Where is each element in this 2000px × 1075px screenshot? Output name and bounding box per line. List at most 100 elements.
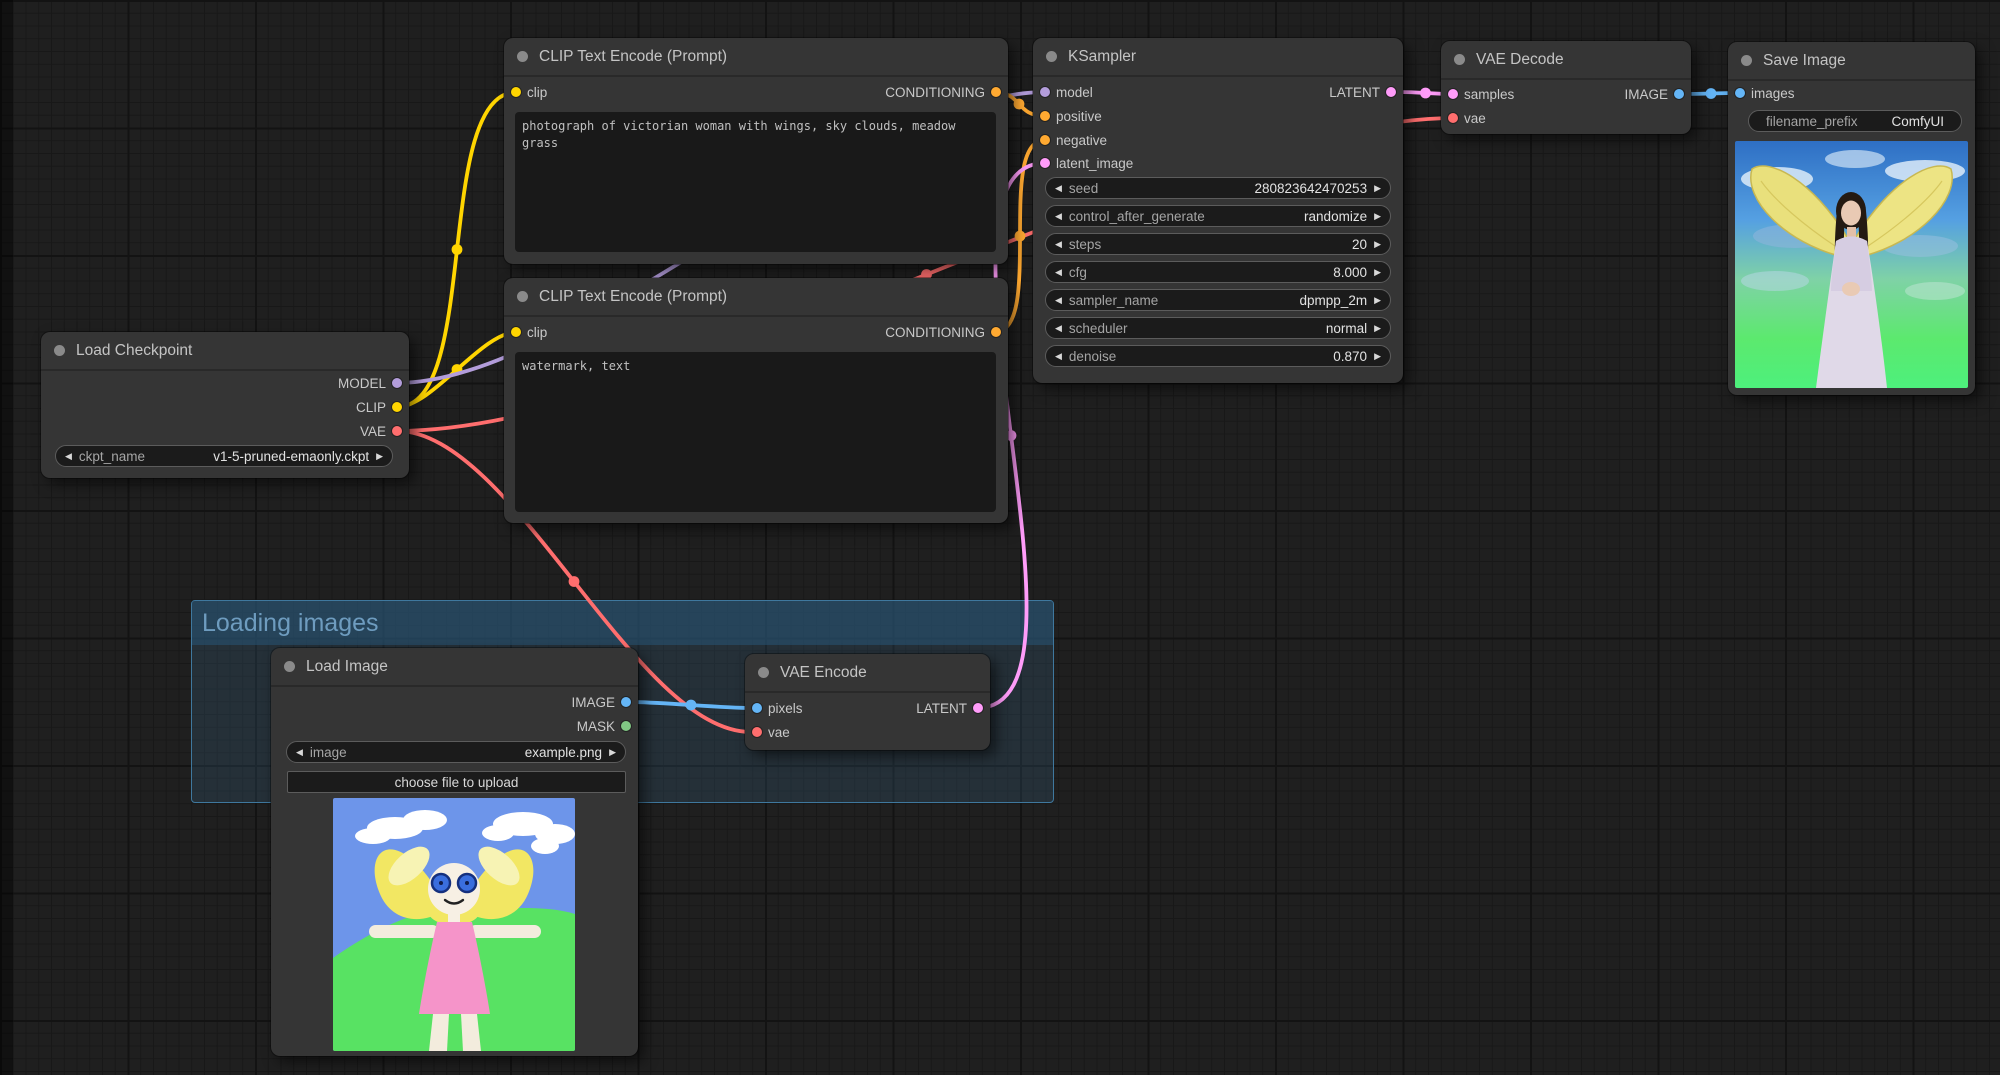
slot-label: model	[1056, 84, 1093, 100]
model-input-dot[interactable]	[1040, 87, 1050, 97]
slot-label: CLIP	[355, 399, 386, 415]
node-load-image[interactable]: Load Image IMAGE MASK image example.png …	[270, 647, 639, 1057]
widget-value: 0.870	[1333, 348, 1368, 364]
vae-output-dot[interactable]	[392, 426, 402, 436]
model-output-dot[interactable]	[392, 378, 402, 388]
clip-input-dot[interactable]	[511, 87, 521, 97]
node-title: CLIP Text Encode (Prompt)	[539, 47, 728, 65]
negative-input-dot[interactable]	[1040, 135, 1050, 145]
input-slot-vae: vae	[745, 721, 790, 743]
widget-value: dpmpp_2m	[1299, 292, 1368, 308]
input-slot-clip: clip	[504, 321, 547, 343]
negative-prompt-textarea[interactable]: watermark, text	[515, 352, 996, 512]
slot-label: LATENT	[1329, 84, 1380, 100]
slot-label: IMAGE	[571, 694, 615, 710]
node-ksampler[interactable]: KSampler model positive negative latent_…	[1032, 37, 1404, 384]
conditioning-output-dot[interactable]	[991, 87, 1001, 97]
image-file-widget[interactable]: image example.png	[286, 741, 626, 763]
ckpt-name-widget[interactable]: ckpt_name v1-5-pruned-emaonly.ckpt	[55, 445, 393, 467]
collapse-dot-icon[interactable]	[517, 291, 528, 302]
widget-label: ckpt_name	[78, 448, 145, 464]
collapse-dot-icon[interactable]	[1741, 55, 1752, 66]
node-vae-decode[interactable]: VAE Decode samples vae IMAGE	[1440, 40, 1692, 135]
collapse-dot-icon[interactable]	[758, 667, 769, 678]
samples-input-dot[interactable]	[1448, 89, 1458, 99]
node-titlebar[interactable]: CLIP Text Encode (Prompt)	[504, 38, 1008, 77]
collapse-dot-icon[interactable]	[517, 51, 528, 62]
sampler-name-widget[interactable]: sampler_name dpmpp_2m	[1045, 289, 1391, 311]
vae-input-dot[interactable]	[1448, 113, 1458, 123]
scheduler-widget[interactable]: scheduler normal	[1045, 317, 1391, 339]
widget-label: seed	[1068, 180, 1099, 196]
node-titlebar[interactable]: CLIP Text Encode (Prompt)	[504, 278, 1008, 317]
node-load-checkpoint[interactable]: Load Checkpoint MODEL CLIP VAE ckpt_name…	[40, 331, 410, 479]
collapse-dot-icon[interactable]	[284, 661, 295, 672]
slot-label: pixels	[768, 700, 803, 716]
cfg-widget[interactable]: cfg 8.000	[1045, 261, 1391, 283]
node-titlebar[interactable]: KSampler	[1033, 38, 1403, 77]
widget-label: steps	[1068, 236, 1102, 252]
filename-prefix-widget[interactable]: filename_prefix ComfyUI	[1748, 110, 1962, 132]
vae-input-dot[interactable]	[752, 727, 762, 737]
graph-canvas[interactable]: Loading images Load Checkpoint MODEL CLI…	[0, 0, 2000, 1075]
output-slot-latent: LATENT	[916, 697, 990, 719]
input-slot-samples: samples	[1441, 83, 1514, 105]
widget-label: control_after_generate	[1068, 208, 1205, 224]
collapse-dot-icon[interactable]	[1454, 54, 1465, 65]
collapse-dot-icon[interactable]	[54, 345, 65, 356]
node-title: VAE Decode	[1476, 50, 1564, 68]
conditioning-output-dot[interactable]	[991, 327, 1001, 337]
output-slot-model: MODEL	[338, 372, 409, 394]
save-image-preview	[1735, 141, 1968, 388]
widget-label: scheduler	[1068, 320, 1128, 336]
image-output-dot[interactable]	[621, 697, 631, 707]
slot-label: samples	[1464, 86, 1515, 102]
slot-label: images	[1751, 85, 1795, 101]
latent-output-dot[interactable]	[973, 703, 983, 713]
node-title: CLIP Text Encode (Prompt)	[539, 287, 728, 305]
pixels-input-dot[interactable]	[752, 703, 762, 713]
node-save-image[interactable]: Save Image images filename_prefix ComfyU…	[1727, 41, 1976, 396]
widget-value: 8.000	[1333, 264, 1368, 280]
steps-widget[interactable]: steps 20	[1045, 233, 1391, 255]
node-clip-text-encode-positive[interactable]: CLIP Text Encode (Prompt) clip CONDITION…	[503, 37, 1009, 265]
input-slot-model: model	[1033, 81, 1093, 103]
slot-label: positive	[1056, 108, 1102, 124]
latent-output-dot[interactable]	[1386, 87, 1396, 97]
clip-output-dot[interactable]	[392, 402, 402, 412]
choose-file-button[interactable]: choose file to upload	[287, 771, 626, 793]
widget-label: image	[309, 744, 347, 760]
node-titlebar[interactable]: VAE Decode	[1441, 41, 1691, 80]
canvas-edge	[0, 0, 13, 1075]
slot-label: MASK	[576, 718, 615, 734]
images-input-dot[interactable]	[1735, 88, 1745, 98]
seed-widget[interactable]: seed 280823642470253	[1045, 177, 1391, 199]
node-vae-encode[interactable]: VAE Encode pixels vae LATENT	[744, 653, 991, 751]
group-titlebar[interactable]: Loading images	[192, 601, 1053, 645]
latent-image-input-dot[interactable]	[1040, 158, 1050, 168]
node-titlebar[interactable]: Load Checkpoint	[41, 332, 409, 371]
widget-value: ComfyUI	[1891, 113, 1944, 129]
collapse-dot-icon[interactable]	[1046, 51, 1057, 62]
positive-input-dot[interactable]	[1040, 111, 1050, 121]
output-slot-image: IMAGE	[571, 691, 638, 713]
output-slot-image: IMAGE	[1624, 83, 1691, 105]
node-titlebar[interactable]: VAE Encode	[745, 654, 990, 693]
slot-label: LATENT	[916, 700, 967, 716]
node-clip-text-encode-negative[interactable]: CLIP Text Encode (Prompt) clip CONDITION…	[503, 277, 1009, 524]
slot-label: clip	[527, 84, 548, 100]
input-slot-negative: negative	[1033, 129, 1107, 151]
clip-input-dot[interactable]	[511, 327, 521, 337]
slot-label: negative	[1056, 132, 1108, 148]
node-titlebar[interactable]: Save Image	[1728, 42, 1975, 81]
widget-value: v1-5-pruned-emaonly.ckpt	[213, 448, 370, 464]
load-image-preview	[333, 798, 575, 1051]
slot-label: vae	[768, 724, 790, 740]
control-after-generate-widget[interactable]: control_after_generate randomize	[1045, 205, 1391, 227]
denoise-widget[interactable]: denoise 0.870	[1045, 345, 1391, 367]
image-output-dot[interactable]	[1674, 89, 1684, 99]
widget-label: sampler_name	[1068, 292, 1159, 308]
positive-prompt-textarea[interactable]: photograph of victorian woman with wings…	[515, 112, 996, 252]
mask-output-dot[interactable]	[621, 721, 631, 731]
node-titlebar[interactable]: Load Image	[271, 648, 638, 687]
